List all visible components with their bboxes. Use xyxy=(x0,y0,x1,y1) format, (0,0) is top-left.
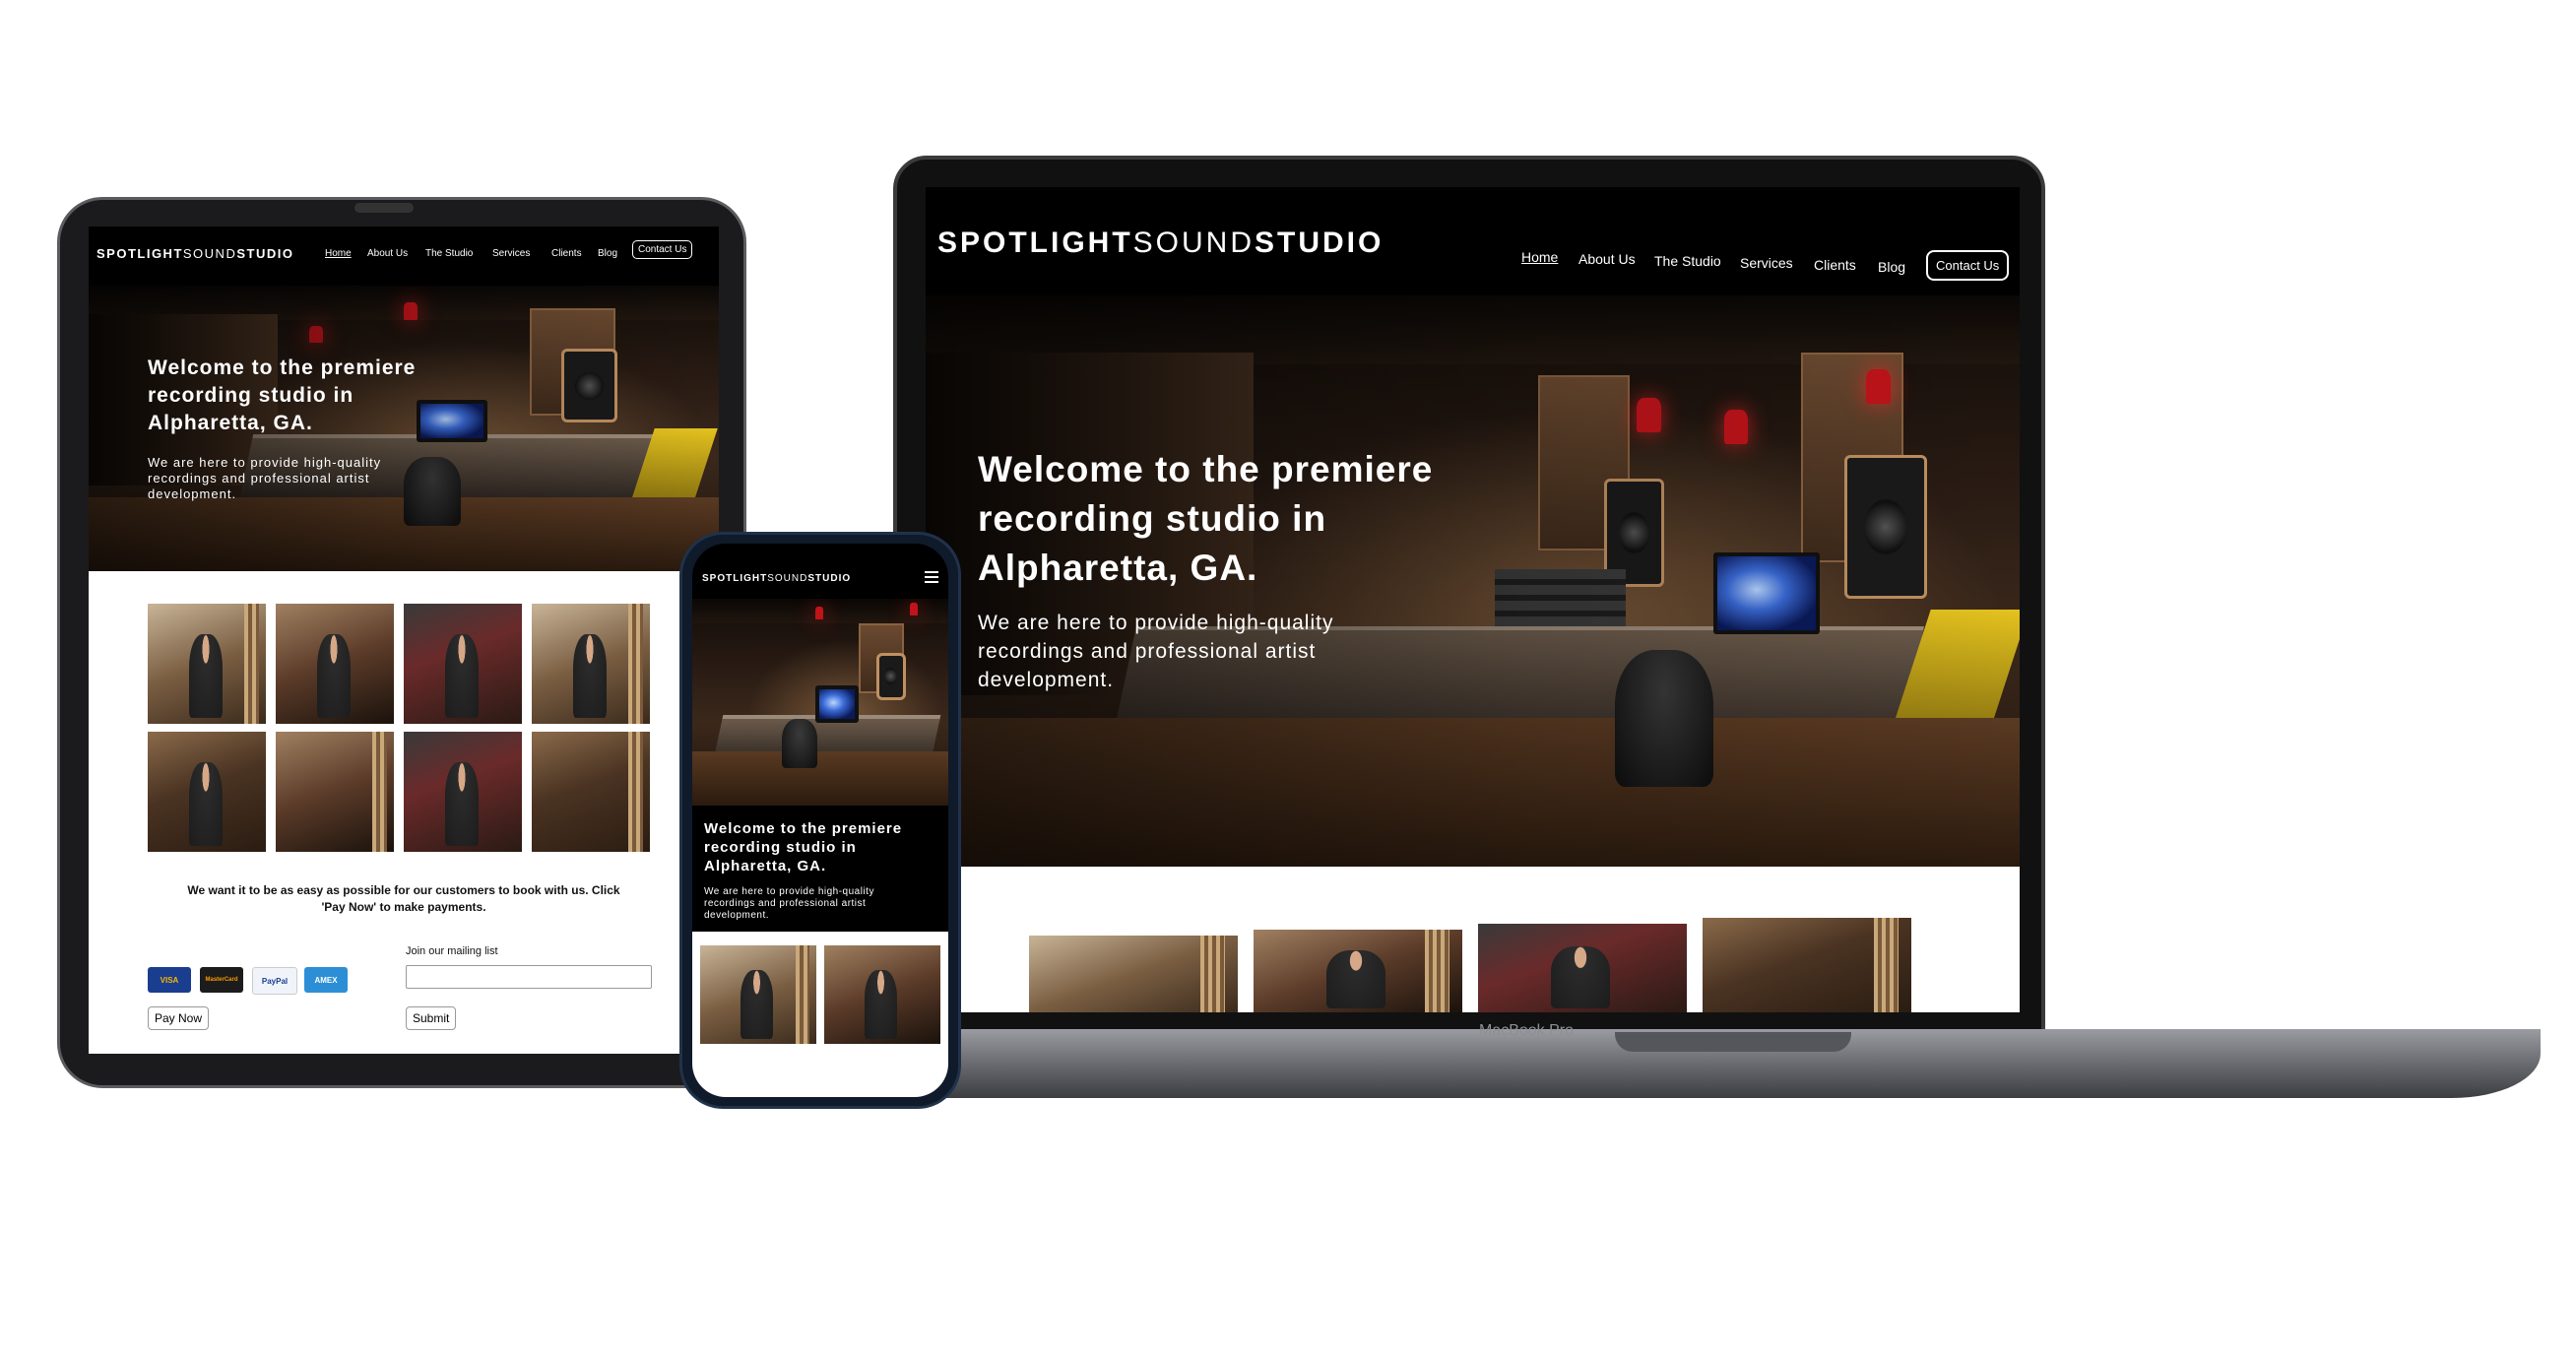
phone-hero-heading: Welcome to the premiere recording studio… xyxy=(704,819,902,875)
gallery-thumbnail[interactable] xyxy=(532,604,650,724)
booking-text-line: 'Pay Now' to make payments. xyxy=(321,900,486,914)
booking-text: We want it to be as easy as possible for… xyxy=(128,882,679,916)
pay-now-button[interactable]: Pay Now xyxy=(148,1006,210,1030)
hero-subtext-line: We are here to provide high-quality xyxy=(978,612,1334,634)
tablet-contact-us-button[interactable]: Contact Us xyxy=(632,240,693,259)
visa-card-icon: VISA xyxy=(148,967,191,993)
hero-heading-line: recording studio in xyxy=(978,498,1327,539)
hero-subtext-line: recordings and professional artist xyxy=(148,471,370,485)
contact-us-button[interactable]: Contact Us xyxy=(1926,250,2010,281)
gallery-thumbnail[interactable] xyxy=(148,604,266,724)
hero-subtext-line: development. xyxy=(978,669,1115,691)
tablet-nav-clients[interactable]: Clients xyxy=(551,248,582,259)
logo-word-studio: STUDIO xyxy=(1255,226,1385,259)
nav-the-studio[interactable]: The Studio xyxy=(1654,253,1721,269)
hero-subtext-line: We are here to provide high-quality xyxy=(704,886,874,897)
gallery-thumbnail[interactable] xyxy=(1254,930,1462,1012)
logo-word-sound: SOUND xyxy=(1132,226,1256,259)
hero-heading-line: Welcome to the premiere xyxy=(978,449,1434,489)
nav-clients[interactable]: Clients xyxy=(1814,257,1856,273)
gallery-section xyxy=(926,867,2020,1012)
tablet-nav-services[interactable]: Services xyxy=(492,248,530,259)
hero-heading-line: Alpharetta, GA. xyxy=(704,858,827,874)
phone-hero-subtext: We are here to provide high-quality reco… xyxy=(704,886,874,922)
mailing-list-label: Join our mailing list xyxy=(406,945,498,957)
hero-subtext: We are here to provide high-quality reco… xyxy=(978,609,1333,694)
gallery-thumbnail[interactable] xyxy=(1703,918,1911,1012)
hero-heading: Welcome to the premiere recording studio… xyxy=(978,445,1433,593)
booking-text-line: We want it to be as easy as possible for… xyxy=(187,883,620,897)
tablet-nav-the-studio[interactable]: The Studio xyxy=(425,248,473,259)
hero-subtext-line: development. xyxy=(148,486,237,501)
logo-word-sound: SOUND xyxy=(182,246,237,261)
hero-subtext-line: We are here to provide high-quality xyxy=(148,455,382,470)
laptop-model-label: MacBook Pro xyxy=(1478,1022,1575,1039)
paypal-icon: PayPal xyxy=(252,967,297,995)
gallery-thumbnail[interactable] xyxy=(148,732,266,852)
hero-subtext-line: recordings and professional artist xyxy=(704,898,867,909)
tablet-hero-heading: Welcome to the premiere recording studio… xyxy=(148,355,416,437)
hero-heading-line: Welcome to the premiere xyxy=(148,356,417,379)
logo-word-studio: STUDIO xyxy=(807,573,852,584)
logo-word-spotlight: SPOTLIGHT xyxy=(97,246,183,261)
hero-subtext-line: recordings and professional artist xyxy=(978,640,1317,663)
logo-word-studio: STUDIO xyxy=(236,246,294,261)
nav-home[interactable]: Home xyxy=(1521,249,1558,265)
tablet-screen: SPOTLIGHTSOUNDSTUDIO Home About Us The S… xyxy=(89,226,719,1054)
hero-heading-line: recording studio in xyxy=(704,839,857,856)
phone-screen: SPOTLIGHTSOUNDSTUDIO Welcome to the prem… xyxy=(692,544,948,1097)
gallery-thumbnail[interactable] xyxy=(1478,924,1687,1012)
tablet-nav-about-us[interactable]: About Us xyxy=(367,248,408,259)
hero-heading-line: recording studio in xyxy=(148,384,354,407)
hamburger-menu-icon[interactable] xyxy=(925,571,938,583)
gallery-thumbnail[interactable] xyxy=(700,945,816,1044)
phone-hero-photo xyxy=(692,599,948,806)
nav-blog[interactable]: Blog xyxy=(1878,259,1905,275)
mastercard-icon: MasterCard xyxy=(200,967,243,993)
tablet-hero-subtext: We are here to provide high-quality reco… xyxy=(148,455,381,502)
hero-heading-line: Alpharetta, GA. xyxy=(978,548,1258,588)
nav-about-us[interactable]: About Us xyxy=(1578,251,1636,267)
logo-word-spotlight: SPOTLIGHT xyxy=(937,226,1133,259)
gallery-thumbnail[interactable] xyxy=(404,732,522,852)
phone-gallery-section xyxy=(692,932,948,1097)
logo-word-spotlight: SPOTLIGHT xyxy=(702,573,768,584)
phone-logo[interactable]: SPOTLIGHTSOUNDSTUDIO xyxy=(702,573,851,584)
tablet-nav-blog[interactable]: Blog xyxy=(598,248,617,259)
site-header: SPOTLIGHTSOUNDSTUDIO Home About Us The S… xyxy=(926,187,2020,295)
submit-button[interactable]: Submit xyxy=(406,1006,457,1030)
gallery-thumbnail[interactable] xyxy=(276,604,394,724)
nav-services[interactable]: Services xyxy=(1740,255,1793,271)
gallery-thumbnail[interactable] xyxy=(404,604,522,724)
hero-heading-line: Alpharetta, GA. xyxy=(148,412,313,434)
hero-heading-line: Welcome to the premiere xyxy=(704,820,903,837)
tablet-camera xyxy=(354,203,414,213)
gallery-thumbnail[interactable] xyxy=(1029,936,1238,1012)
gallery-thumbnail[interactable] xyxy=(276,732,394,852)
tablet-logo[interactable]: SPOTLIGHTSOUNDSTUDIO xyxy=(97,246,293,261)
tablet-header: SPOTLIGHTSOUNDSTUDIO Home About Us The S… xyxy=(89,226,719,286)
gallery-thumbnail[interactable] xyxy=(824,945,940,1044)
laptop-screen: SPOTLIGHTSOUNDSTUDIO Home About Us The S… xyxy=(926,187,2020,1012)
mailing-list-input[interactable] xyxy=(406,965,652,989)
site-logo[interactable]: SPOTLIGHTSOUNDSTUDIO xyxy=(937,226,1384,260)
gallery-thumbnail[interactable] xyxy=(532,732,650,852)
tablet-nav-home[interactable]: Home xyxy=(325,248,352,259)
hero-subtext-line: development. xyxy=(704,910,770,921)
logo-word-sound: SOUND xyxy=(767,573,808,584)
amex-card-icon: AMEX xyxy=(304,967,348,993)
